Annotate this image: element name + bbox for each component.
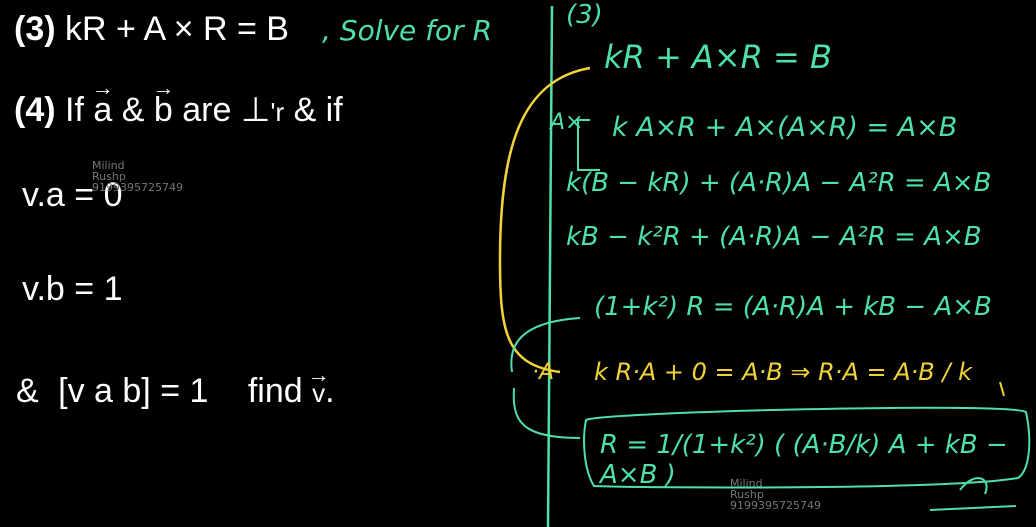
solution-line-4: kB − k²R + (A·R)A − A²R = A×B — [566, 222, 982, 252]
final-answer: R = 1/(1+k²) ( (A·B/k) A + kB − A×B ) — [600, 430, 1008, 490]
solution-line-2: k A×R + A×(A×R) = A×B — [612, 112, 958, 143]
solution-line-5: (1+k²) R = (A·R)A + kB − A×B — [594, 292, 992, 322]
solution-line-6: k R·A + 0 = A·B ⇒ R·A = A·B / k — [594, 358, 972, 386]
solution-number: (3) — [566, 0, 603, 30]
solution-line-1: kR + A×R = B — [604, 38, 832, 76]
dot-a-label: ·A — [532, 360, 555, 385]
cross-multiply-label: A× — [550, 110, 584, 135]
solution-line-3: k(B − kR) + (A·R)A − A²R = A×B — [566, 168, 992, 198]
